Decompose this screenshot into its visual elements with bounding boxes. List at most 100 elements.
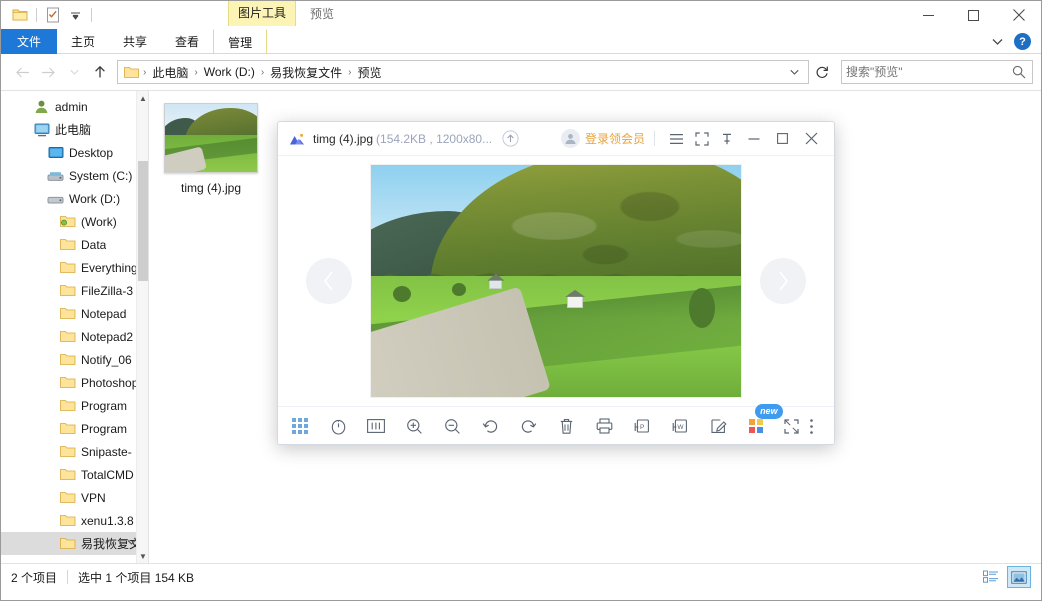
tab-home[interactable]: 主页 (57, 29, 109, 54)
arrow-up-icon[interactable] (87, 59, 113, 85)
title-bar: 图片工具 预览 (1, 1, 1041, 29)
details-view-icon[interactable] (979, 566, 1003, 588)
properties-icon[interactable] (42, 4, 64, 26)
user-avatar-icon[interactable] (561, 129, 580, 148)
color-palette-icon[interactable]: new (746, 413, 767, 439)
navigation-pane-scrollbar[interactable]: ▲ ▼ (136, 91, 148, 563)
status-bar: 2 个项目 选中 1 个项目 154 KB (1, 563, 1041, 590)
viewer-toolbar: P W (278, 406, 834, 445)
edit-icon[interactable] (708, 413, 729, 439)
chevron-down-icon[interactable] (127, 538, 136, 549)
sidebar-label: xenu1.3.8 (81, 514, 134, 528)
sidebar-item-this-pc[interactable]: 此电脑 (1, 118, 148, 141)
breadcrumb-history-chevron-down-icon[interactable] (784, 62, 804, 82)
breadcrumb-item-0[interactable]: 此电脑 (147, 64, 193, 81)
caret-down-icon[interactable]: ▼ (137, 549, 149, 563)
convert-to-pdf-icon[interactable]: P (632, 413, 653, 439)
maximize-icon[interactable] (951, 1, 996, 29)
viewer-maximize-icon[interactable] (768, 126, 797, 151)
clock-icon[interactable] (328, 413, 349, 439)
sidebar-item-program-2[interactable]: Program (1, 417, 148, 440)
rotate-right-icon[interactable] (518, 413, 539, 439)
arrow-right-icon[interactable] (35, 59, 61, 85)
expand-icon[interactable] (689, 126, 714, 151)
tab-view[interactable]: 查看 (161, 29, 213, 54)
rotate-left-icon[interactable] (480, 413, 501, 439)
breadcrumb-item-3[interactable]: 预览 (353, 64, 387, 81)
search-icon[interactable] (1010, 63, 1028, 81)
folder-icon[interactable] (9, 4, 31, 26)
quick-access-toolbar (1, 1, 97, 29)
displayed-image (371, 165, 741, 397)
close-icon[interactable] (996, 1, 1041, 29)
previous-image-button[interactable] (306, 258, 352, 304)
quick-access-dropdown-icon[interactable] (64, 4, 86, 26)
cloud-upload-icon[interactable] (498, 127, 522, 151)
tab-manage[interactable]: 管理 (213, 29, 267, 54)
sidebar-item-filezilla[interactable]: FileZilla-3 (1, 279, 148, 302)
zoom-in-icon[interactable] (404, 413, 425, 439)
sidebar-item-photoshop[interactable]: Photoshop (1, 371, 148, 394)
convert-to-word-icon[interactable]: W (670, 413, 691, 439)
pin-icon[interactable] (714, 126, 739, 151)
sidebar-item-desktop[interactable]: Desktop (1, 141, 148, 164)
sidebar-item-program-1[interactable]: Program (1, 394, 148, 417)
breadcrumb-item-1[interactable]: Work (D:) (199, 65, 260, 79)
more-options-icon[interactable] (801, 413, 822, 439)
print-icon[interactable] (594, 413, 615, 439)
viewer-minimize-icon[interactable] (739, 126, 768, 151)
sidebar-item-work-d[interactable]: Work (D:) (1, 187, 148, 210)
svg-text:P: P (640, 424, 644, 431)
help-button[interactable]: ? (1014, 33, 1031, 50)
sidebar-item-system-c[interactable]: System (C:) (1, 164, 148, 187)
arrow-left-icon[interactable] (9, 59, 35, 85)
viewer-close-icon[interactable] (797, 126, 826, 151)
sidebar-item-notify[interactable]: Notify_06 (1, 348, 148, 371)
folder-icon (59, 512, 76, 529)
actual-size-icon[interactable] (366, 413, 387, 439)
zoom-out-icon[interactable] (442, 413, 463, 439)
next-image-button[interactable] (760, 258, 806, 304)
file-item[interactable]: timg (4).jpg (159, 97, 263, 197)
search-box[interactable] (841, 60, 1033, 84)
refresh-icon[interactable] (811, 61, 833, 83)
sidebar-item-yiwo-recovery[interactable]: 易我恢复文 (1, 532, 148, 555)
sidebar-item-totalcmd[interactable]: TotalCMD (1, 463, 148, 486)
tab-file[interactable]: 文件 (1, 29, 57, 54)
search-input[interactable] (846, 65, 1010, 79)
ribbon-right-controls: ? (986, 29, 1037, 54)
sidebar-item-data[interactable]: Data (1, 233, 148, 256)
file-name-label: timg (4).jpg (181, 181, 241, 195)
recent-locations-chevron-down-icon[interactable] (61, 59, 87, 85)
breadcrumb[interactable]: › 此电脑 › Work (D:) › 易我恢复文件 › 预览 (117, 60, 809, 84)
sidebar-item-vpn[interactable]: VPN (1, 486, 148, 509)
selection-info-label: 选中 1 个项目 154 KB (78, 569, 194, 586)
desktop-icon (47, 144, 64, 161)
thumbnail-grid-icon[interactable] (290, 413, 311, 439)
image-viewer-window: timg (4).jpg (154.2KB , 1200x80... 登录领会员 (277, 121, 835, 445)
sidebar-item-notepad[interactable]: Notepad (1, 302, 148, 325)
sidebar-item-snipaste[interactable]: Snipaste- (1, 440, 148, 463)
chevron-down-icon[interactable] (986, 31, 1008, 53)
login-membership-button[interactable]: 登录领会员 (585, 130, 645, 147)
tab-share[interactable]: 共享 (109, 29, 161, 54)
folder-icon (59, 397, 76, 414)
delete-icon[interactable] (556, 413, 577, 439)
sidebar-item-admin[interactable]: admin (1, 95, 148, 118)
hamburger-menu-icon[interactable] (664, 126, 689, 151)
scrollbar-thumb[interactable] (138, 161, 148, 281)
folder-icon (59, 328, 76, 345)
fullscreen-icon[interactable] (781, 413, 802, 439)
address-bar: › 此电脑 › Work (D:) › 易我恢复文件 › 预览 (1, 54, 1041, 91)
sidebar-item-everything[interactable]: Everything (1, 256, 148, 279)
viewer-image-canvas[interactable] (278, 156, 834, 406)
large-icons-view-icon[interactable] (1007, 566, 1031, 588)
file-thumbnail (164, 103, 258, 173)
sidebar-item-work-shared[interactable]: (Work) (1, 210, 148, 233)
minimize-icon[interactable] (906, 1, 951, 29)
sidebar-item-xenu[interactable]: xenu1.3.8 (1, 509, 148, 532)
caret-up-icon[interactable]: ▲ (137, 91, 149, 105)
breadcrumb-item-2[interactable]: 易我恢复文件 (265, 64, 347, 81)
navigation-pane: admin 此电脑 (1, 91, 149, 563)
sidebar-item-notepad2[interactable]: Notepad2 (1, 325, 148, 348)
